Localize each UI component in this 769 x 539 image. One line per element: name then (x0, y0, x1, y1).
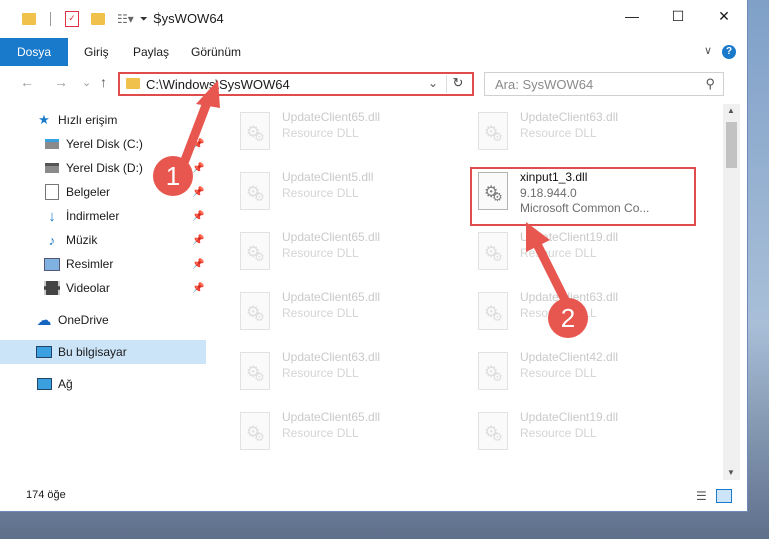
annotation-arrowhead-1 (196, 80, 220, 108)
annotation-badge-1: 1 (153, 156, 193, 196)
annotation-arrow-2 (533, 241, 573, 311)
annotation-badge-2: 2 (548, 298, 588, 338)
annotation-arrows (177, 80, 573, 311)
annotation-arrow-1 (177, 95, 213, 173)
